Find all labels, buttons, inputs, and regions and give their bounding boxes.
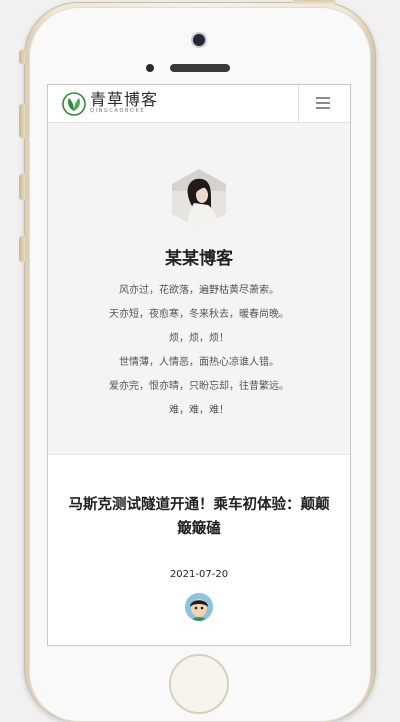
- volume-down-button: [19, 174, 25, 200]
- article-title[interactable]: 马斯克测试隧道开通！乘车初体验：颠颠簸簸磕: [68, 493, 330, 541]
- poem-line: 天亦短，夜愈寒，冬来秋去，暖春尚晚。: [109, 309, 289, 320]
- poem-line: 难，难，难！: [169, 405, 229, 416]
- poem-line: 世情薄，人情恶，面热心凉谁人错。: [119, 357, 279, 368]
- side-button: [19, 236, 25, 262]
- proximity-sensor: [146, 64, 154, 72]
- boy-avatar-icon: [185, 593, 213, 621]
- volume-up-button: [19, 104, 25, 138]
- power-button: [292, 0, 336, 4]
- profile-section: 某某博客 风亦过，花欲落，遍野枯黄尽萧索。 天亦短，夜愈寒，冬来秋去，暖春尚晚。…: [48, 123, 350, 455]
- poem-line: 爱亦完，恨亦晴，只盼忘却，往昔繁远。: [109, 381, 289, 392]
- article-date: 2021-07-20: [169, 569, 229, 580]
- logo-title: 青草博客: [90, 90, 159, 109]
- profile-poem: 风亦过，花欲落，遍野枯黄尽萧索。 天亦短，夜愈寒，冬来秋去，暖春尚晚。 烦，烦，…: [48, 279, 350, 423]
- article-card[interactable]: 马斯克测试隧道开通！乘车初体验：颠颠簸簸磕 2021-07-20: [48, 455, 350, 645]
- header-divider: [298, 85, 299, 122]
- leaf-logo-icon: [62, 92, 86, 116]
- site-logo[interactable]: 青草博客 QINGCAOBOKE: [62, 92, 158, 116]
- poem-line: 烦，烦，烦！: [169, 333, 229, 344]
- girl-photo-icon: [172, 169, 226, 229]
- profile-avatar: [172, 169, 226, 229]
- phone-screen: 青草博客 QINGCAOBOKE 某某博客 风亦过，花欲落，遍野枯黄尽萧索。 天…: [47, 84, 351, 646]
- front-camera: [193, 34, 205, 46]
- home-button[interactable]: [169, 654, 229, 714]
- site-header: 青草博客 QINGCAOBOKE: [48, 85, 350, 123]
- poem-line: 风亦过，花欲落，遍野枯黄尽萧索。: [119, 285, 279, 296]
- mute-switch: [19, 50, 25, 64]
- author-avatar[interactable]: [185, 593, 213, 621]
- logo-subtitle: QINGCAOBOKE: [90, 108, 146, 114]
- blog-name: 某某博客: [165, 249, 233, 269]
- hamburger-menu-icon[interactable]: [316, 97, 330, 109]
- earpiece-speaker: [170, 64, 230, 72]
